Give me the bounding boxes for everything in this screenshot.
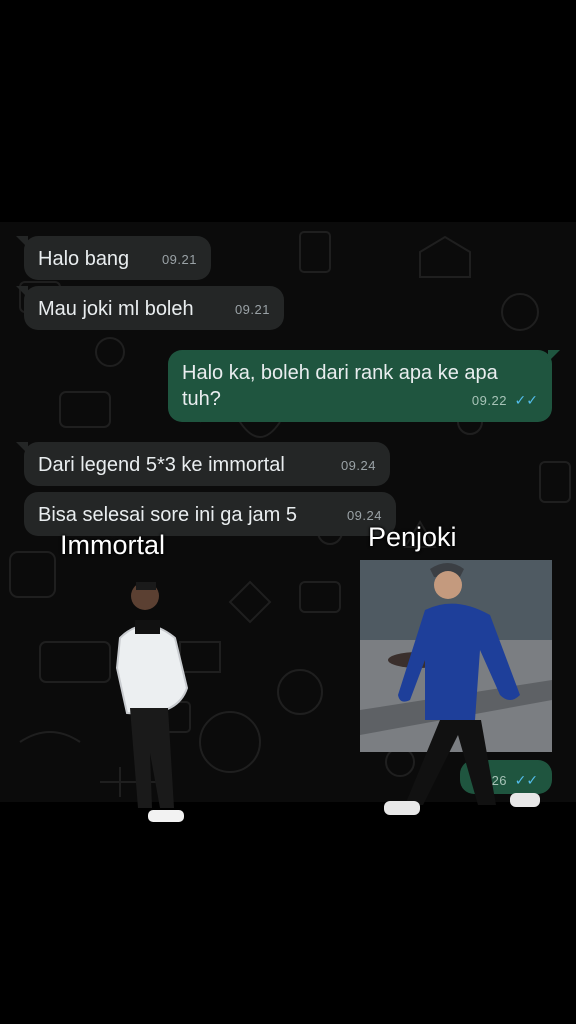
message-text-line: Halo ka, boleh dari rank apa ke apa: [182, 362, 498, 384]
caption-penjoki: Penjoki: [368, 522, 457, 552]
message-time: 09.21: [161, 252, 197, 267]
message-text: Halo bang: [38, 248, 130, 270]
message-bubble[interactable]: Mau joki ml boleh 09.21: [16, 286, 284, 330]
message-bubble[interactable]: Halo bang 09.21: [16, 236, 211, 280]
immortal-figure: [115, 582, 189, 822]
penjoki-figure: [384, 563, 540, 815]
message-time: 09.21: [234, 302, 270, 317]
caption-immortal: Immortal: [60, 530, 166, 560]
message-text: Dari legend 5*3 ke immortal: [38, 454, 285, 476]
message-bubble[interactable]: Dari legend 5*3 ke immortal 09.24: [16, 442, 390, 486]
message-time: 09.22: [471, 393, 507, 408]
message-bubble[interactable]: Halo ka, boleh dari rank apa ke apa tuh?…: [168, 350, 560, 422]
message-time: 09.24: [340, 458, 376, 473]
message-text: Bisa selesai sore ini ga jam 5: [38, 504, 298, 526]
double-check-icon: ✓✓: [514, 392, 538, 408]
message-text: Mau joki ml boleh: [38, 298, 194, 320]
